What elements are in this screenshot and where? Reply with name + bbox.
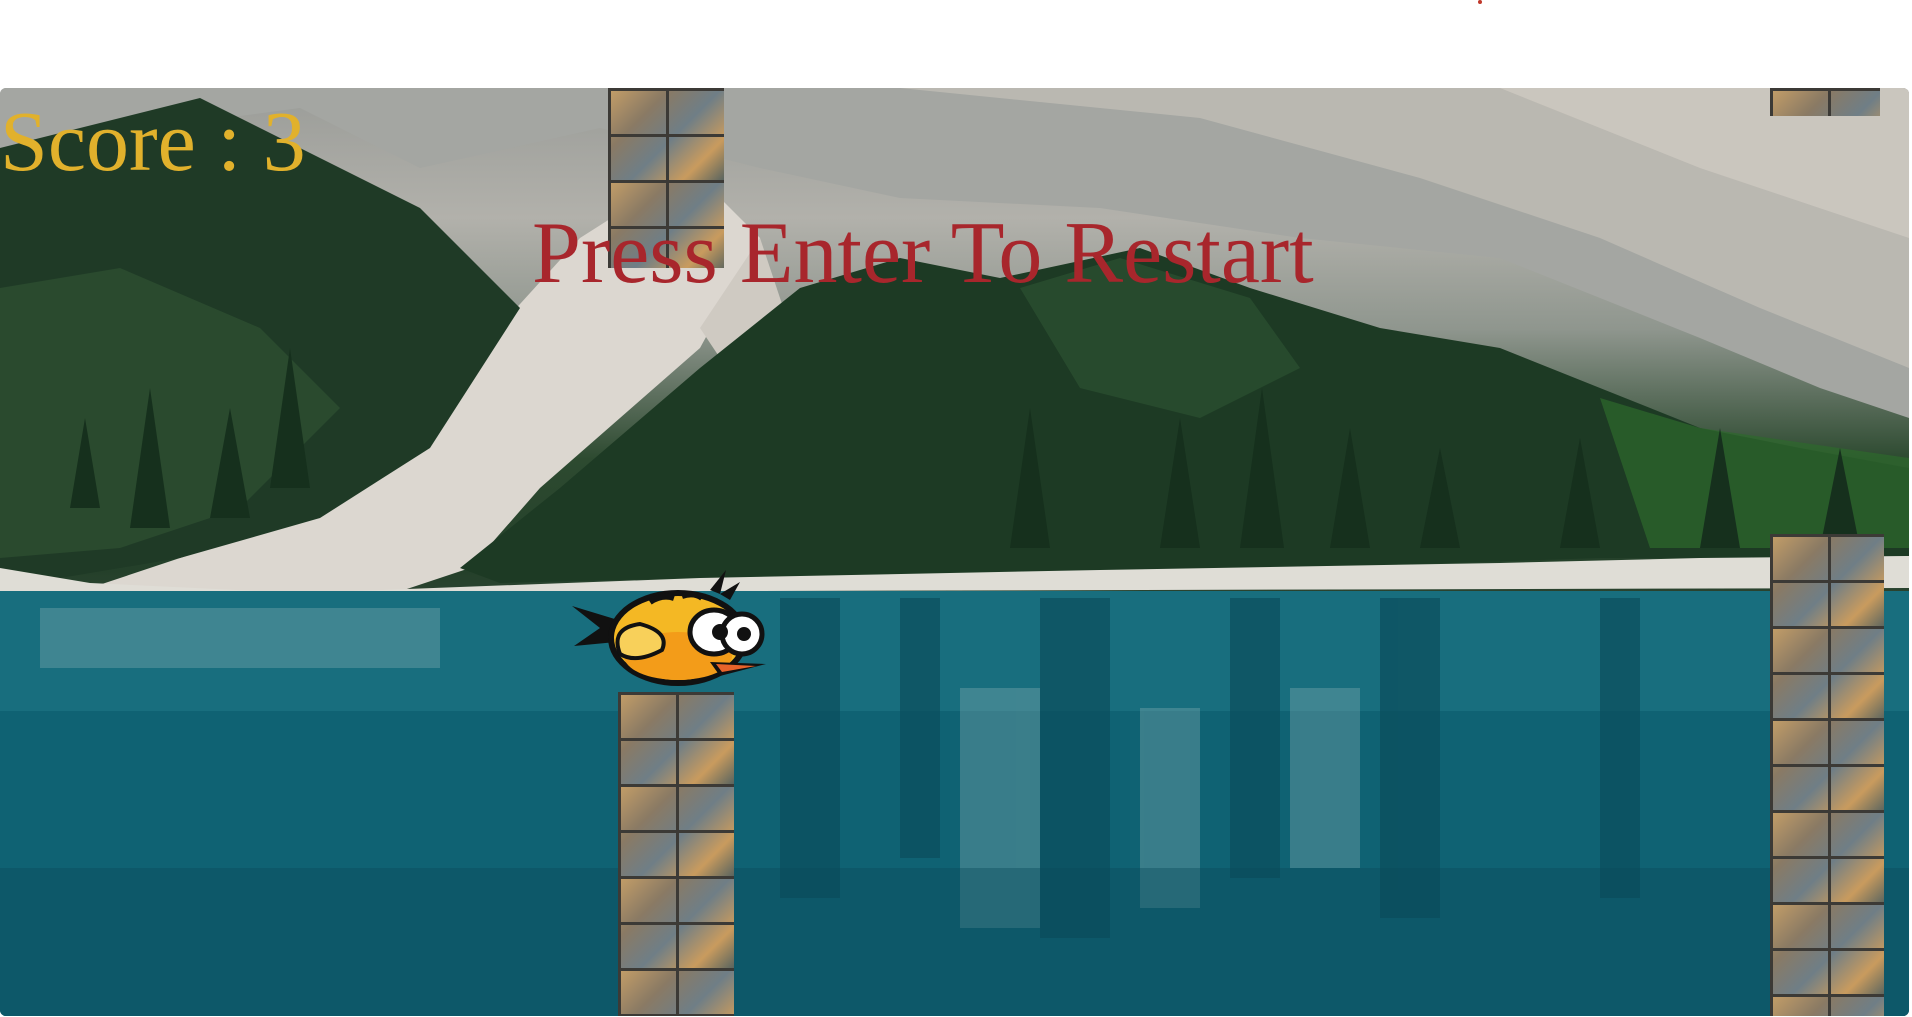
- game-canvas[interactable]: Score : 3 Press Enter To Restart: [0, 88, 1909, 1016]
- pillar-bottom: [618, 692, 734, 1016]
- pillar-bottom: [1770, 534, 1884, 1016]
- bird-icon: [572, 570, 766, 686]
- pillar-top: [1770, 88, 1880, 116]
- restart-prompt: Press Enter To Restart: [532, 205, 1314, 302]
- score-label: Score : 3: [0, 93, 306, 189]
- indicator-dot: [1478, 0, 1482, 4]
